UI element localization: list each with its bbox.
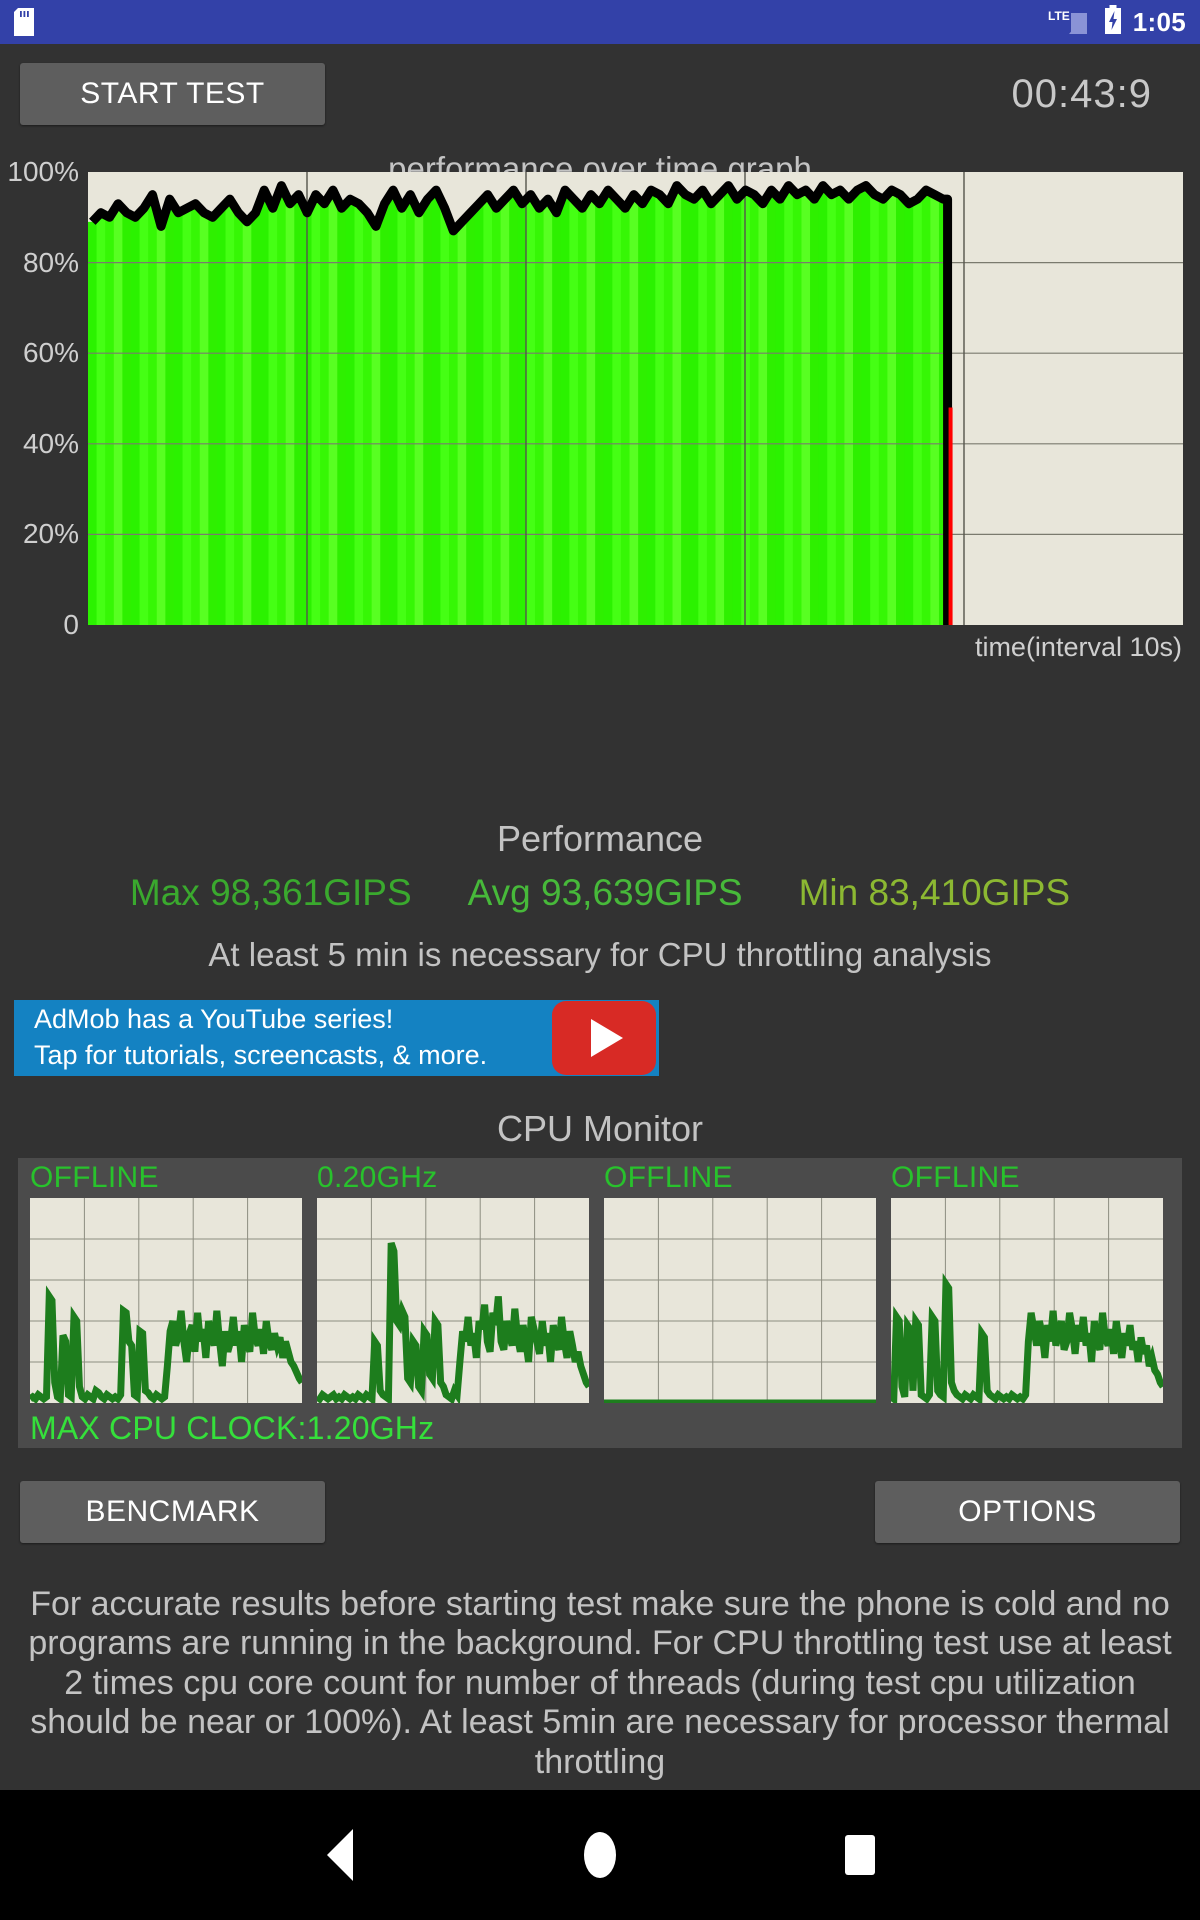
- lte-label: LTE: [1048, 9, 1070, 23]
- chart-y-tick: 60%: [22, 337, 79, 369]
- cpu-core-cards: OFFLINE 0.20GHz OFFLINE OFFLINE: [18, 1162, 1182, 1403]
- cpu-core-label: 0.20GHz: [317, 1161, 438, 1194]
- cpu-core-card: OFFLINE: [891, 1162, 1163, 1403]
- status-bar-clock: 1:05: [1132, 6, 1186, 37]
- play-icon[interactable]: [552, 1001, 656, 1075]
- chart-x-axis-label: time(interval 10s): [974, 632, 1182, 662]
- chart-y-tick: 40%: [22, 427, 79, 459]
- cpu-core-label: OFFLINE: [604, 1161, 733, 1194]
- chart-svg: [88, 172, 1183, 625]
- performance-chart: performance over time graph 100% 80% 60% 40…: [0, 150, 1200, 662]
- performance-stat: Max 98,361GIPS: [129, 872, 412, 913]
- status-bar: LTE 1:05: [0, 0, 1200, 44]
- back-triangle-icon: [327, 1829, 353, 1881]
- cpu-core-graph: [604, 1197, 876, 1403]
- cpu-core-graph: [317, 1197, 589, 1403]
- cpu-core-waveform: [30, 1284, 302, 1403]
- chart-bars: [88, 185, 949, 625]
- battery-charging-icon: [1103, 4, 1123, 40]
- cpu-core-card: OFFLINE: [604, 1162, 876, 1403]
- performance-stat: Min 83,410GIPS: [798, 872, 1071, 913]
- sd-card-icon: [14, 8, 34, 36]
- ad-line-2: Tap for tutorials, screencasts, & more.: [34, 1040, 488, 1070]
- recents-button[interactable]: [730, 1835, 990, 1875]
- android-navigation-bar: [0, 1790, 1200, 1920]
- performance-stats: Max 98,361GIPS Avg 93,639GIPS Min 83,410GI…: [0, 872, 1200, 914]
- home-button[interactable]: [470, 1832, 730, 1878]
- chart-y-tick: 20%: [22, 518, 79, 550]
- cpu-core-graph: [891, 1197, 1163, 1403]
- cpu-core-waveform: [891, 1272, 1163, 1403]
- throttling-note: At least 5 min is necessary for CPU thro…: [208, 936, 992, 973]
- recents-square-icon: [845, 1835, 875, 1875]
- start-test-button[interactable]: START TEST: [20, 63, 325, 125]
- performance-heading: Performance: [496, 818, 704, 859]
- lte-signal-icon: LTE: [1047, 7, 1093, 37]
- cpu-core-card: 0.20GHz: [317, 1162, 589, 1403]
- app-screen: LTE 1:05 START TEST 00:43:9 performance …: [0, 0, 1200, 1920]
- chart-y-tick: 100%: [7, 156, 79, 187]
- ad-line-1: AdMob has a YouTube series!: [34, 1004, 394, 1035]
- back-button[interactable]: [210, 1829, 470, 1881]
- chart-plot-area: [88, 172, 1183, 625]
- ad-text: AdMob has a YouTube series! Tap for tuto…: [14, 1002, 487, 1074]
- cpu-core-graph: [30, 1197, 302, 1403]
- top-toolbar: START TEST 00:43:9: [0, 63, 1200, 133]
- performance-stat: Avg 93,639GIPS: [467, 872, 743, 913]
- status-bar-right: LTE 1:05: [1047, 4, 1186, 40]
- options-button[interactable]: OPTIONS: [875, 1481, 1180, 1543]
- home-circle-icon: [584, 1832, 616, 1878]
- cpu-monitor-panel: OFFLINE 0.20GHz OFFLINE OFFLINE MAX CPU CLO…: [18, 1158, 1182, 1448]
- cpu-core-label: OFFLINE: [30, 1161, 159, 1194]
- chart-y-axis: 100% 80% 60% 40% 20% 0: [0, 150, 88, 660]
- benchmark-button[interactable]: BENCMARK: [20, 1481, 325, 1543]
- chart-y-tick: 0: [63, 609, 79, 640]
- cpu-core-label: OFFLINE: [891, 1161, 1020, 1194]
- chart-y-tick: 80%: [22, 246, 79, 278]
- elapsed-timer: 00:43:9: [1011, 71, 1152, 116]
- status-bar-left: [14, 8, 34, 36]
- ad-banner[interactable]: AdMob has a YouTube series! Tap for tuto…: [14, 1000, 659, 1076]
- cpu-monitor-heading: CPU Monitor: [496, 1108, 704, 1149]
- max-cpu-clock-label: MAX CPU CLOCK:1.20GHz: [30, 1409, 435, 1446]
- cpu-core-card: OFFLINE: [30, 1162, 302, 1403]
- help-text: For accurate results before starting tes…: [28, 1585, 1172, 1781]
